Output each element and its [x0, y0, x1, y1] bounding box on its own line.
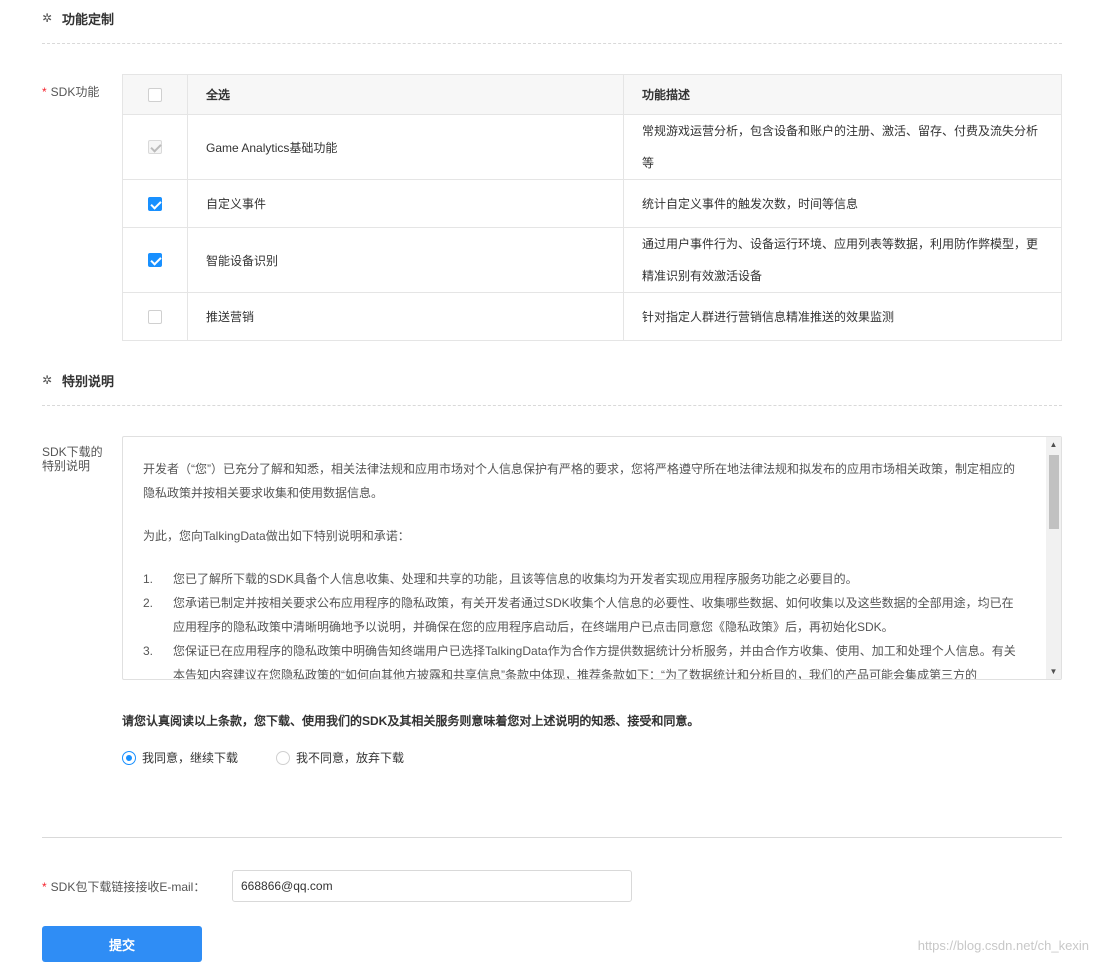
header-select-all: 全选 [187, 74, 624, 115]
notice-paragraph: 开发者（“您”）已充分了解和知悉，相关法律法规和应用市场对个人信息保护有严格的要… [143, 462, 1015, 500]
row-feature-desc: 通过用户事件行为、设备运行环境、应用列表等数据，利用防作弊模型，更精准识别有效激… [623, 227, 1062, 293]
select-all-cell [122, 74, 188, 115]
list-number: 3. [143, 644, 154, 658]
disagree-radio[interactable] [276, 750, 290, 765]
special-notes-textbox[interactable]: 开发者（“您”）已充分了解和知悉，相关法律法规和应用市场对个人信息保护有严格的要… [122, 436, 1062, 680]
list-number: 1. [143, 572, 154, 586]
scroll-up-arrow-icon[interactable]: ▲ [1046, 437, 1061, 452]
sdk-feature-label: * SDK功能 [42, 83, 99, 100]
agree-radio-option[interactable]: 我同意，继续下载 [122, 749, 238, 766]
row-checkbox-cell [122, 227, 188, 293]
sdk-notes-label: SDK下载的 特别说明 [42, 445, 103, 473]
row-checkbox [148, 140, 162, 155]
agreement-statement: 请您认真阅读以上条款，您下载、使用我们的SDK及其相关服务则意味着您对上述说明的… [122, 714, 700, 728]
watermark-text: https://blog.csdn.net/ch_kexin [917, 938, 1089, 953]
gear-icon: ✲ [42, 373, 53, 387]
email-field[interactable] [232, 870, 632, 902]
section-title-text: 特别说明 [62, 374, 115, 389]
section-divider [42, 43, 1062, 44]
email-label-text: SDK包下载链接接收E-mail： [50, 880, 206, 894]
sdk-notes-label-line2: 特别说明 [42, 459, 91, 473]
form-divider [42, 837, 1062, 838]
row-checkbox[interactable] [148, 196, 162, 211]
scroll-thumb[interactable] [1049, 455, 1059, 529]
required-mark: * [42, 880, 47, 894]
table-row: Game Analytics基础功能 常规游戏运营分析，包含设备和账户的注册、激… [122, 114, 1062, 180]
row-feature-desc: 针对指定人群进行营销信息精准推送的效果监测 [623, 292, 1062, 341]
row-feature-name: Game Analytics基础功能 [187, 114, 624, 180]
sdk-feature-table: 全选 功能描述 Game Analytics基础功能 常规游戏运营分析，包含设备… [122, 74, 1062, 341]
agree-radio-label: 我同意，继续下载 [142, 751, 239, 765]
row-checkbox-cell [122, 292, 188, 341]
submit-button[interactable]: 提交 [42, 926, 202, 962]
row-feature-desc: 统计自定义事件的触发次数，时间等信息 [623, 179, 1062, 228]
list-text: 您已了解所下载的SDK具备个人信息收集、处理和共享的功能，且该等信息的收集均为开… [173, 572, 858, 586]
disagree-radio-option[interactable]: 我不同意，放弃下载 [276, 749, 404, 766]
disagree-radio-label: 我不同意，放弃下载 [296, 751, 405, 765]
section-title-special-notes: ✲ 特别说明 [42, 371, 114, 390]
select-all-checkbox[interactable] [148, 87, 162, 102]
notice-list: 1. 您已了解所下载的SDK具备个人信息收集、处理和共享的功能，且该等信息的收集均… [143, 567, 1023, 680]
scroll-down-arrow-icon[interactable]: ▼ [1046, 664, 1061, 679]
row-feature-name: 推送营销 [187, 292, 624, 341]
table-row: 智能设备识别 通过用户事件行为、设备运行环境、应用列表等数据，利用防作弊模型，更… [122, 227, 1062, 293]
table-row: 推送营销 针对指定人群进行营销信息精准推送的效果监测 [122, 292, 1062, 341]
row-checkbox-cell [122, 179, 188, 228]
notice-paragraph: 为此，您向TalkingData做出如下特别说明和承诺： [143, 529, 410, 543]
list-number: 2. [143, 596, 154, 610]
table-row: 自定义事件 统计自定义事件的触发次数，时间等信息 [122, 179, 1062, 228]
section-divider [42, 405, 1062, 406]
section-title-feature-custom: ✲ 功能定制 [42, 9, 114, 28]
gear-icon: ✲ [42, 11, 53, 25]
list-text: 您保证已在应用程序的隐私政策中明确告知终端用户已选择TalkingData作为合… [173, 644, 1016, 680]
section-title-text: 功能定制 [62, 12, 115, 27]
notice-list-item: 3. 您保证已在应用程序的隐私政策中明确告知终端用户已选择TalkingData作… [143, 639, 1023, 680]
header-description: 功能描述 [623, 74, 1062, 115]
agree-radio[interactable] [122, 750, 136, 765]
required-mark: * [42, 85, 47, 99]
notice-list-item: 2. 您承诺已制定并按相关要求公布应用程序的隐私政策，有关开发者通过SDK收集个人… [143, 591, 1023, 639]
notice-list-item: 1. 您已了解所下载的SDK具备个人信息收集、处理和共享的功能，且该等信息的收集均… [143, 567, 1023, 591]
row-feature-name: 智能设备识别 [187, 227, 624, 293]
vertical-scrollbar[interactable]: ▲ ▼ [1046, 437, 1061, 679]
row-feature-desc: 常规游戏运营分析，包含设备和账户的注册、激活、留存、付费及流失分析等 [623, 114, 1062, 180]
table-header-row: 全选 功能描述 [122, 74, 1062, 115]
row-feature-name: 自定义事件 [187, 179, 624, 228]
notice-content: 开发者（“您”）已充分了解和知悉，相关法律法规和应用市场对个人信息保护有严格的要… [143, 457, 1023, 680]
row-checkbox[interactable] [148, 309, 162, 324]
list-text: 您承诺已制定并按相关要求公布应用程序的隐私政策，有关开发者通过SDK收集个人信息… [173, 596, 1014, 634]
sdk-notes-label-line1: SDK下载的 [42, 445, 103, 459]
email-label: * SDK包下载链接接收E-mail： [42, 878, 205, 895]
row-checkbox-cell [122, 114, 188, 180]
sdk-feature-label-text: SDK功能 [50, 85, 100, 99]
row-checkbox[interactable] [148, 253, 162, 268]
